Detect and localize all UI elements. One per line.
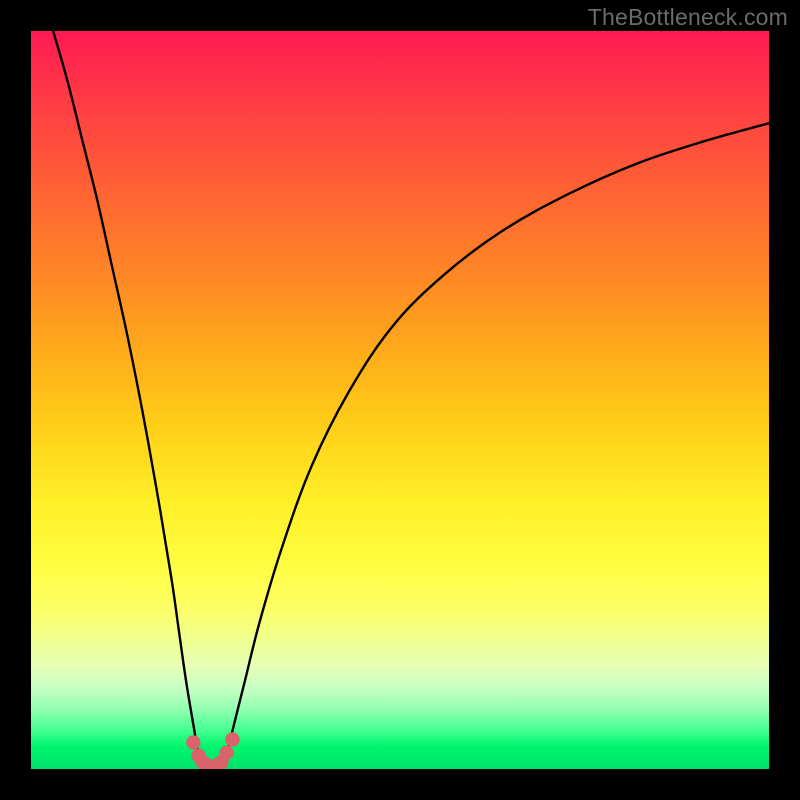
curve-right-end-markers	[210, 732, 240, 769]
curve-end-marker	[219, 746, 233, 760]
chart-frame: TheBottleneck.com	[0, 0, 800, 800]
plot-area	[31, 31, 769, 769]
curve-end-marker	[225, 732, 239, 746]
curve-end-marker	[186, 735, 200, 749]
watermark-text: TheBottleneck.com	[588, 4, 788, 31]
curve-right	[221, 123, 769, 769]
curve-left	[53, 31, 203, 769]
curve-layer	[31, 31, 769, 769]
